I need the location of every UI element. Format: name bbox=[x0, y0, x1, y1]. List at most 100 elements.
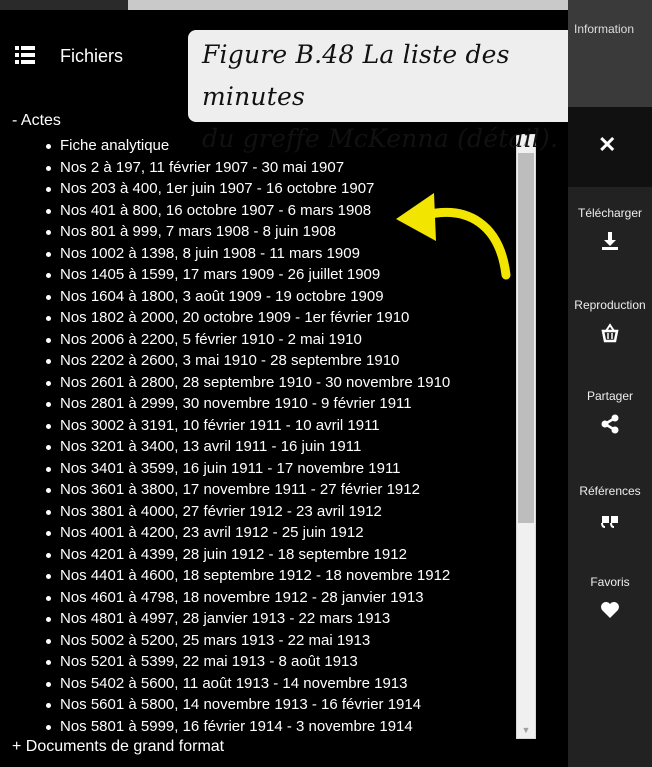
share-label: Partager bbox=[586, 389, 634, 403]
tree-item[interactable]: Nos 3401 à 3599, 16 juin 1911 - 17 novem… bbox=[0, 458, 520, 480]
tree-node-documents-grand-format[interactable]: + Documents de grand format bbox=[12, 738, 224, 756]
bullet-icon bbox=[46, 617, 51, 622]
scroll-down-arrow[interactable]: ▼ bbox=[517, 722, 535, 738]
bullet-icon bbox=[46, 144, 51, 149]
tree-item-label: Nos 4401 à 4600, 18 septembre 1912 - 18 … bbox=[60, 567, 451, 584]
heart-icon bbox=[601, 602, 619, 618]
tree-item-label: Nos 4601 à 4798, 18 novembre 1912 - 28 j… bbox=[60, 588, 424, 606]
bullet-icon bbox=[46, 273, 51, 278]
tree-item-label: Nos 5801 à 5999, 16 février 1914 - 3 nov… bbox=[60, 717, 413, 735]
caption-line-2: du greffe McKenna (détail). bbox=[202, 124, 559, 153]
tree-item[interactable]: Nos 2202 à 2600, 3 mai 1910 - 28 septemb… bbox=[0, 350, 520, 372]
bullet-icon bbox=[46, 638, 51, 644]
bullet-icon bbox=[46, 294, 51, 300]
tree-item-label: Nos 1604 à 1800, 3 août 1909 - 19 octobr… bbox=[60, 287, 384, 305]
tree-item[interactable]: Nos 4401 à 4600, 18 septembre 1912 - 18 … bbox=[0, 565, 520, 587]
tree-item-label: Nos 2801 à 2999, 30 novembre 1910 - 9 fé… bbox=[60, 395, 412, 412]
share-icon bbox=[601, 414, 619, 434]
tree-item[interactable]: Nos 5402 à 5600, 11 août 1913 - 14 novem… bbox=[0, 673, 520, 695]
tree-item[interactable]: Nos 3801 à 4000, 27 février 1912 - 23 av… bbox=[0, 501, 520, 523]
tree-item-label: Nos 1802 à 2000, 20 octobre 1909 - 1er f… bbox=[60, 309, 410, 326]
tree-item[interactable]: Nos 3601 à 3800, 17 novembre 1911 - 27 f… bbox=[0, 479, 520, 501]
bullet-icon bbox=[46, 488, 51, 493]
tree-item-label: Nos 2601 à 2800, 28 septembre 1910 - 30 … bbox=[60, 373, 451, 391]
tree-item-label: Nos 203 à 400, 1er juin 1907 - 16 octobr… bbox=[60, 180, 375, 197]
tree-item[interactable]: Nos 5201 à 5399, 22 mai 1913 - 8 août 19… bbox=[0, 651, 520, 673]
tree-item[interactable]: Nos 5801 à 5999, 16 février 1914 - 3 nov… bbox=[0, 716, 520, 738]
info-panel-top: Information bbox=[568, 0, 652, 107]
tree-item[interactable]: Nos 4001 à 4200, 23 avril 1912 - 25 juin… bbox=[0, 522, 520, 544]
bullet-icon bbox=[46, 423, 51, 429]
files-title: Fichiers bbox=[60, 46, 124, 66]
tree-item[interactable]: Nos 5601 à 5800, 14 novembre 1913 - 16 f… bbox=[0, 694, 520, 716]
scrollbar-thumb[interactable] bbox=[518, 153, 534, 523]
tree-item[interactable]: Nos 2801 à 2999, 30 novembre 1910 - 9 fé… bbox=[0, 393, 520, 415]
tree-item[interactable]: Nos 4201 à 4399, 28 juin 1912 - 18 septe… bbox=[0, 544, 520, 566]
tree-item-label: Nos 3601 à 3800, 17 novembre 1911 - 27 f… bbox=[60, 481, 420, 498]
bullet-icon bbox=[46, 681, 51, 687]
tree-item[interactable]: Nos 3002 à 3191, 10 février 1911 - 10 av… bbox=[0, 415, 520, 437]
tree-item[interactable]: Nos 4601 à 4798, 18 novembre 1912 - 28 j… bbox=[0, 587, 520, 609]
tree-item[interactable]: Nos 5002 à 5200, 25 mars 1913 - 22 mai 1… bbox=[0, 630, 520, 652]
tree-item-label: Nos 5201 à 5399, 22 mai 1913 - 8 août 19… bbox=[60, 653, 358, 670]
bullet-icon bbox=[46, 531, 51, 536]
tree-item-label: Nos 1405 à 1599, 17 mars 1909 - 26 juill… bbox=[60, 266, 381, 283]
bullet-icon bbox=[46, 574, 51, 579]
caption-line-1: Figure B.48 La liste des minutes bbox=[202, 40, 510, 111]
bullet-icon bbox=[46, 724, 51, 730]
share-button[interactable]: Partager bbox=[568, 389, 652, 435]
bullet-icon bbox=[46, 187, 51, 192]
bullet-icon bbox=[46, 359, 51, 364]
tree-item-label: Nos 801 à 999, 7 mars 1908 - 8 juin 1908 bbox=[60, 223, 337, 240]
download-label: Télécharger bbox=[577, 206, 643, 220]
tree-item-label: Nos 2006 à 2200, 5 février 1910 - 2 mai … bbox=[60, 330, 362, 348]
bullet-icon bbox=[46, 208, 51, 214]
close-area: ✕ bbox=[568, 107, 652, 187]
information-label[interactable]: Information bbox=[574, 22, 634, 36]
tree-root-actes[interactable]: - Actes bbox=[12, 112, 61, 130]
tree-item[interactable]: Nos 2601 à 2800, 28 septembre 1910 - 30 … bbox=[0, 372, 520, 394]
top-strip-left bbox=[0, 0, 128, 10]
bullet-icon bbox=[46, 165, 51, 171]
references-button[interactable]: Références bbox=[568, 484, 652, 530]
tree-item-label: Nos 2202 à 2600, 3 mai 1910 - 28 septemb… bbox=[60, 352, 400, 369]
bullet-icon bbox=[46, 230, 51, 235]
scrollbar[interactable]: ▲ ▼ bbox=[516, 134, 536, 739]
bullet-icon bbox=[46, 251, 51, 257]
bullet-icon bbox=[46, 595, 51, 601]
quote-icon bbox=[601, 516, 618, 528]
favorites-button[interactable]: Favoris bbox=[568, 575, 652, 621]
bullet-icon bbox=[46, 337, 51, 343]
bullet-icon bbox=[46, 552, 51, 558]
tree-item[interactable]: Nos 1604 à 1800, 3 août 1909 - 19 octobr… bbox=[0, 286, 520, 308]
tree-item-label: Nos 1002 à 1398, 8 juin 1908 - 11 mars 1… bbox=[60, 244, 360, 262]
tree-item-label: Nos 3002 à 3191, 10 février 1911 - 10 av… bbox=[60, 416, 380, 434]
close-icon[interactable]: ✕ bbox=[598, 132, 616, 158]
tree-item-label: Nos 2 à 197, 11 février 1907 - 30 mai 19… bbox=[60, 158, 345, 176]
list-icon[interactable] bbox=[15, 46, 35, 64]
tree-item[interactable]: Nos 4801 à 4997, 28 janvier 1913 - 22 ma… bbox=[0, 608, 520, 630]
tree-item-label: Nos 3401 à 3599, 16 juin 1911 - 17 novem… bbox=[60, 459, 401, 477]
tree-item[interactable]: Nos 2006 à 2200, 5 février 1910 - 2 mai … bbox=[0, 329, 520, 351]
download-button[interactable]: Télécharger bbox=[568, 206, 652, 252]
bullet-icon bbox=[46, 402, 51, 407]
tree-item-label: Nos 5601 à 5800, 14 novembre 1913 - 16 f… bbox=[60, 696, 422, 713]
bullet-icon bbox=[46, 380, 51, 386]
tree-item-label: Nos 3201 à 3400, 13 avril 1911 - 16 juin… bbox=[60, 438, 362, 455]
bullet-icon bbox=[46, 466, 51, 472]
tree-item-label: Nos 5002 à 5200, 25 mars 1913 - 22 mai 1… bbox=[60, 631, 371, 649]
yellow-arrow-annotation bbox=[396, 193, 511, 280]
tree-item[interactable]: Nos 1802 à 2000, 20 octobre 1909 - 1er f… bbox=[0, 307, 520, 329]
tree-item-label: Nos 3801 à 4000, 27 février 1912 - 23 av… bbox=[60, 502, 382, 520]
tree-item-label: Nos 5402 à 5600, 11 août 1913 - 14 novem… bbox=[60, 674, 408, 692]
basket-icon bbox=[601, 323, 619, 343]
tree-item[interactable]: Nos 3201 à 3400, 13 avril 1911 - 16 juin… bbox=[0, 436, 520, 458]
tree-item-label: Nos 401 à 800, 16 octobre 1907 - 6 mars … bbox=[60, 201, 372, 219]
bullet-icon bbox=[46, 316, 51, 321]
bullet-icon bbox=[46, 445, 51, 450]
bullet-icon bbox=[46, 660, 51, 665]
bullet-icon bbox=[46, 703, 51, 708]
tree-item-label: Nos 4801 à 4997, 28 janvier 1913 - 22 ma… bbox=[60, 610, 391, 627]
reproduction-button[interactable]: Reproduction bbox=[568, 298, 652, 344]
tree-item-label: Nos 4201 à 4399, 28 juin 1912 - 18 septe… bbox=[60, 545, 407, 563]
